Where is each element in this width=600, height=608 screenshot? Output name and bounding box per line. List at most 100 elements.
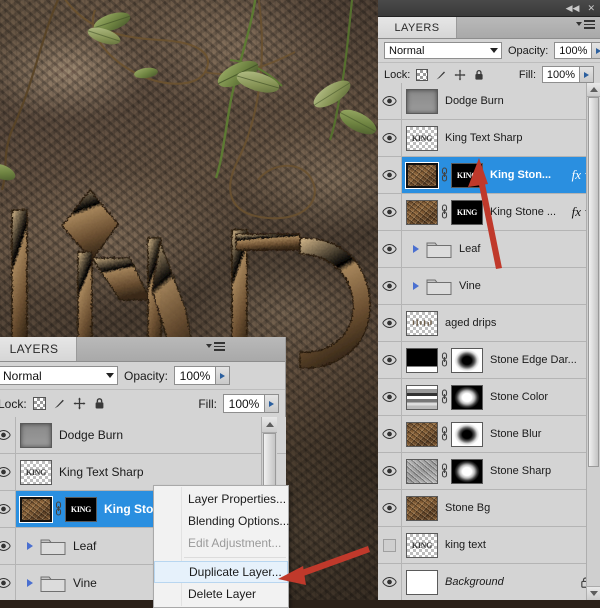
- scroll-down-button[interactable]: [587, 586, 600, 600]
- group-expand-caret-icon[interactable]: [410, 282, 422, 290]
- visibility-eye-icon[interactable]: [378, 268, 402, 304]
- layer-row[interactable]: aged drips: [378, 305, 600, 342]
- layer-row[interactable]: Stone Blur: [378, 416, 600, 453]
- fill-input[interactable]: 100%: [542, 66, 580, 83]
- layer-thumbnails[interactable]: [402, 496, 438, 521]
- layer-context-menu[interactable]: Layer Properties...Blending Options...Ed…: [153, 485, 289, 608]
- layer-thumbnail[interactable]: [406, 311, 438, 336]
- visibility-eye-icon[interactable]: [378, 564, 402, 600]
- layer-thumbnail[interactable]: [406, 200, 438, 225]
- group-expand-caret-icon[interactable]: [24, 579, 36, 587]
- opacity-slider-button-left[interactable]: [216, 366, 230, 385]
- layer-name[interactable]: King Text Sharp: [438, 132, 600, 144]
- layer-thumbnail[interactable]: [406, 89, 438, 114]
- layer-name[interactable]: Leaf: [452, 243, 600, 255]
- visibility-eye-icon[interactable]: [378, 120, 402, 156]
- blend-mode-select[interactable]: Normal: [384, 42, 502, 59]
- layer-mask-thumbnail[interactable]: [451, 422, 483, 447]
- context-menu-item[interactable]: Layer Properties...: [154, 488, 288, 510]
- layer-effects-fx-icon[interactable]: fx: [572, 204, 585, 220]
- layer-row[interactable]: KINGking text: [378, 527, 600, 564]
- visibility-eye-icon[interactable]: [378, 194, 402, 230]
- layer-thumbnails[interactable]: KING: [402, 126, 438, 151]
- layer-mask-thumbnail[interactable]: [451, 459, 483, 484]
- context-menu-item[interactable]: Duplicate Layer...: [154, 561, 288, 583]
- lock-position-icon[interactable]: [454, 69, 466, 81]
- layer-row[interactable]: Stone Bg: [378, 490, 600, 527]
- layer-name[interactable]: King Text Sharp: [52, 465, 286, 479]
- layer-row[interactable]: Leaf: [378, 231, 600, 268]
- layer-thumbnail[interactable]: [406, 422, 438, 447]
- visibility-eye-icon[interactable]: [378, 83, 402, 119]
- layer-name[interactable]: King Stone ...: [483, 206, 572, 218]
- link-mask-icon[interactable]: [440, 204, 449, 220]
- lock-all-icon-left[interactable]: [93, 397, 106, 410]
- visibility-eye-icon[interactable]: [0, 491, 16, 527]
- link-mask-icon[interactable]: [440, 167, 449, 183]
- layer-thumbnail[interactable]: [20, 423, 52, 448]
- panel-menu-icon-left[interactable]: [206, 342, 225, 351]
- opacity-input[interactable]: 100%: [554, 42, 592, 59]
- panel-menu-icon[interactable]: [576, 20, 595, 29]
- layer-row[interactable]: Dodge Burn: [0, 417, 286, 454]
- layer-mask-thumbnail[interactable]: KING: [451, 163, 483, 188]
- layer-name[interactable]: aged drips: [438, 317, 600, 329]
- layer-mask-thumbnail[interactable]: KING: [451, 200, 483, 225]
- layer-thumbnails[interactable]: [402, 422, 483, 447]
- layer-thumbnail[interactable]: KING: [406, 126, 438, 151]
- layer-thumbnails[interactable]: KING: [402, 533, 438, 558]
- link-mask-icon[interactable]: [440, 463, 449, 479]
- fill-slider-button-left[interactable]: [265, 394, 279, 413]
- context-menu-item[interactable]: Delete Layer: [154, 583, 288, 605]
- fill-slider-button[interactable]: [580, 66, 594, 83]
- layer-thumbnail[interactable]: [20, 497, 52, 522]
- layer-row[interactable]: KINGKing Text Sharp: [378, 120, 600, 157]
- layer-thumbnails[interactable]: KING: [16, 460, 52, 485]
- layer-name[interactable]: Stone Color: [483, 391, 600, 403]
- layer-row[interactable]: Stone Edge Dar...: [378, 342, 600, 379]
- layer-thumbnail[interactable]: KING: [20, 460, 52, 485]
- blend-mode-select-left[interactable]: Normal: [0, 366, 118, 385]
- layer-name[interactable]: Background: [438, 576, 579, 588]
- opacity-slider-button[interactable]: [592, 42, 600, 59]
- context-menu-item[interactable]: Blending Options...: [154, 510, 288, 532]
- group-expand-caret-icon[interactable]: [410, 245, 422, 253]
- visibility-eye-icon[interactable]: [378, 231, 402, 267]
- layer-thumbnails[interactable]: [402, 239, 452, 259]
- layer-name[interactable]: Vine: [452, 280, 600, 292]
- visibility-eye-icon[interactable]: [0, 417, 16, 453]
- layer-thumbnails[interactable]: [402, 570, 438, 595]
- layer-mask-thumbnail[interactable]: [451, 348, 483, 373]
- visibility-eye-icon[interactable]: [378, 453, 402, 489]
- layer-thumbnail[interactable]: [406, 496, 438, 521]
- layer-thumbnails[interactable]: [402, 89, 438, 114]
- link-mask-icon[interactable]: [54, 501, 63, 517]
- layer-thumbnail[interactable]: [406, 385, 438, 410]
- lock-position-icon-left[interactable]: [73, 397, 86, 410]
- layer-thumbnails[interactable]: [402, 311, 438, 336]
- opacity-input-left[interactable]: 100%: [174, 366, 216, 385]
- lock-image-icon[interactable]: [435, 69, 447, 81]
- layer-name[interactable]: Dodge Burn: [438, 95, 600, 107]
- layer-name[interactable]: Stone Edge Dar...: [483, 354, 600, 366]
- visibility-eye-icon[interactable]: [378, 342, 402, 378]
- tab-layers-left[interactable]: LAYERS: [0, 337, 77, 361]
- layer-thumbnails[interactable]: [16, 536, 66, 556]
- group-expand-caret-icon[interactable]: [24, 542, 36, 550]
- scrollbar-thumb[interactable]: [588, 97, 599, 467]
- tab-layers[interactable]: LAYERS: [378, 17, 457, 38]
- layer-mask-thumbnail[interactable]: [451, 385, 483, 410]
- layer-list-right[interactable]: Dodge BurnKINGKing Text SharpKINGKing St…: [378, 83, 600, 600]
- layer-name[interactable]: King Ston...: [483, 169, 572, 181]
- link-mask-icon[interactable]: [440, 389, 449, 405]
- lock-transparency-icon-left[interactable]: [33, 397, 46, 410]
- layer-thumbnails[interactable]: [402, 459, 483, 484]
- visibility-eye-icon[interactable]: [0, 528, 16, 564]
- layer-thumbnails[interactable]: [16, 573, 66, 593]
- layer-row[interactable]: Background: [378, 564, 600, 600]
- visibility-eye-icon[interactable]: [0, 565, 16, 600]
- visibility-eye-icon[interactable]: [378, 490, 402, 526]
- layer-thumbnails[interactable]: [402, 385, 483, 410]
- layer-thumbnail[interactable]: [406, 163, 438, 188]
- layer-row[interactable]: KINGKing Stone ...fx: [378, 194, 600, 231]
